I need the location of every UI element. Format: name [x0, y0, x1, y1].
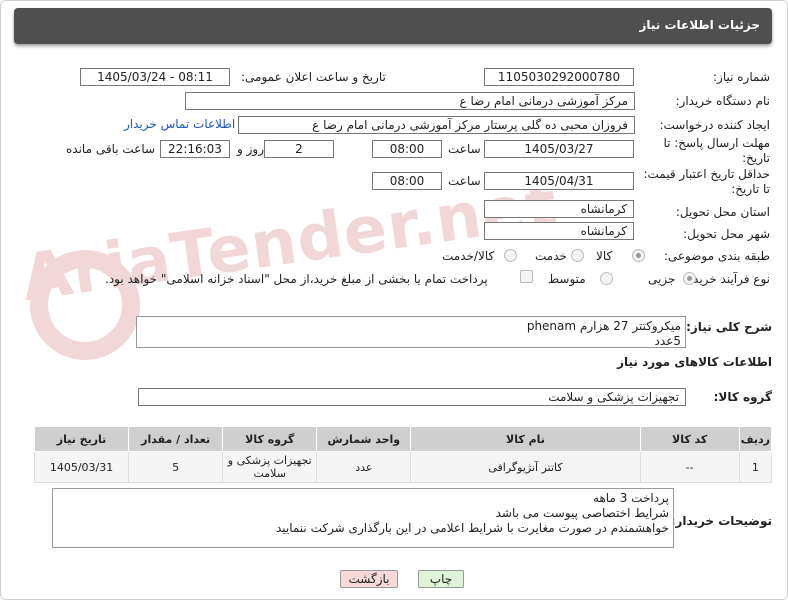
process-label: نوع فرآیند خرید :	[685, 272, 770, 286]
min-price-date-field: 1405/04/31	[484, 172, 634, 190]
min-price-label-2: تا تاریخ:	[731, 182, 770, 196]
deadline-time-label: ساعت	[448, 142, 481, 156]
goods-group-label: گروه کالا:	[713, 390, 772, 404]
remaining-time-field: 22:16:03	[160, 140, 230, 158]
treasury-payment-checkbox[interactable]	[520, 270, 533, 283]
city-field: کرمانشاه	[484, 222, 634, 240]
cell-quantity: 5	[128, 451, 224, 483]
cell-goods-name: کاتتر آنژیوگرافی	[410, 451, 641, 483]
general-desc-textarea[interactable]: میکروکتتر 27 هزارم phenam 5عدد	[136, 316, 686, 348]
category-option-goods: کالا	[596, 249, 613, 263]
goods-table: تاریخ نیاز تعداد / مقدار گروه کالا واحد …	[33, 426, 773, 483]
process-option-medium: متوسط	[548, 272, 586, 286]
col-unit: واحد شمارش	[316, 426, 412, 452]
buyer-notes-textarea[interactable]: پرداخت 3 ماهه شرایط اختصاصی پیوست می باش…	[52, 488, 674, 548]
city-label: شهر محل تحویل:	[683, 227, 770, 241]
process-option-minor: جزیی	[648, 272, 676, 286]
cell-goods-code: --	[639, 451, 740, 483]
deadline-label-1: مهلت ارسال پاسخ: تا	[663, 136, 770, 150]
province-field: کرمانشاه	[484, 200, 634, 218]
process-radio-medium[interactable]	[600, 272, 613, 285]
cell-unit: عدد	[316, 451, 412, 483]
announce-label: تاریخ و ساعت اعلان عمومی:	[241, 70, 386, 84]
cell-goods-group: تجهیزات پزشکی و سلامت	[222, 451, 318, 483]
category-option-goods-service: کالا/خدمت	[442, 249, 495, 263]
col-goods-name: نام کالا	[410, 426, 641, 452]
deadline-label-2: تاریخ:	[742, 151, 770, 165]
min-price-label-1: حداقل تاریخ اعتبار قیمت:	[643, 167, 770, 181]
buyer-org-label: نام دستگاه خریدار:	[675, 94, 771, 108]
col-need-date: تاریخ نیاز	[33, 426, 130, 452]
deadline-time-field: 08:00	[372, 140, 442, 158]
min-price-time-label: ساعت	[448, 174, 481, 188]
page-header: جزئیات اطلاعات نیاز	[14, 8, 772, 44]
cell-need-date: 1405/03/31	[33, 451, 130, 483]
remaining-label: ساعت باقی مانده	[66, 142, 156, 156]
back-button[interactable]: بازگشت	[340, 570, 398, 588]
buyer-org-field: مرکز آموزشی درمانی امام رضا ع	[185, 92, 635, 110]
print-button[interactable]: چاپ	[418, 570, 464, 588]
need-number-field: 1105030292000780	[484, 68, 634, 86]
col-quantity: تعداد / مقدار	[128, 426, 224, 452]
days-field: 2	[264, 140, 334, 158]
need-number-label: شماره نیاز:	[713, 70, 770, 84]
buyer-notes-label: توضیحات خریدار:	[670, 514, 772, 528]
goods-group-field: تجهیزات پزشکی و سلامت	[138, 388, 686, 406]
category-option-service: خدمت	[535, 249, 567, 263]
col-goods-code: کد کالا	[639, 426, 740, 452]
col-goods-group: گروه کالا	[222, 426, 318, 452]
category-radio-goods-service[interactable]	[504, 249, 517, 262]
category-radio-service[interactable]	[571, 249, 584, 262]
announce-field: 1405/03/24 - 08:11	[80, 68, 230, 86]
table-header-row: تاریخ نیاز تعداد / مقدار گروه کالا واحد …	[33, 426, 773, 452]
min-price-time-field: 08:00	[372, 172, 442, 190]
days-label: روز و	[237, 142, 264, 156]
process-radio-minor[interactable]	[683, 272, 696, 285]
creator-label: ایجاد کننده درخواست:	[659, 118, 770, 132]
col-row: ردیف	[738, 426, 773, 452]
general-desc-label: شرح کلی نیاز:	[686, 320, 772, 334]
treasury-payment-note: پرداخت تمام یا بخشی از مبلغ خرید،از محل …	[105, 272, 488, 286]
category-radio-goods[interactable]	[632, 249, 645, 262]
page-title: جزئیات اطلاعات نیاز	[639, 18, 760, 32]
category-label: طبقه بندی موضوعی:	[663, 249, 770, 263]
buyer-contact-link[interactable]: اطلاعات تماس خریدار	[124, 117, 235, 131]
deadline-date-field: 1405/03/27	[484, 140, 634, 158]
province-label: استان محل تحویل:	[675, 205, 770, 219]
table-row: 1405/03/31 5 تجهیزات پزشکی و سلامت عدد ک…	[33, 451, 773, 483]
goods-info-heading: اطلاعات کالاهای مورد نیاز	[617, 355, 772, 369]
creator-field: فروزان محبی ده گلی پرستار مرکز آموزشی در…	[238, 116, 635, 134]
cell-row: 1	[738, 451, 773, 483]
